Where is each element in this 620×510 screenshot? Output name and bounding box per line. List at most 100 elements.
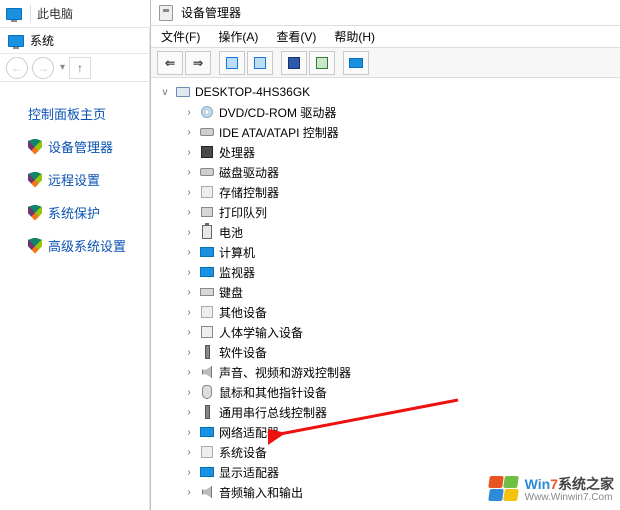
toolbar-properties-button[interactable]: [247, 51, 273, 75]
device-manager-window: 设备管理器 文件(F) 操作(A) 查看(V) 帮助(H) ⇐ ⇒ v DESK…: [150, 0, 620, 510]
toolbar-show-hidden-button[interactable]: [219, 51, 245, 75]
expand-toggle-icon[interactable]: ›: [183, 127, 195, 138]
tree-item-label: 系统设备: [219, 444, 267, 461]
expand-toggle-icon[interactable]: ›: [183, 447, 195, 458]
toolbar-forward-button[interactable]: ⇒: [185, 51, 211, 75]
collapse-toggle-icon[interactable]: v: [159, 87, 171, 98]
menu-view[interactable]: 查看(V): [276, 28, 316, 45]
menu-bar: 文件(F) 操作(A) 查看(V) 帮助(H): [151, 26, 620, 48]
history-chevron-icon[interactable]: ▾: [60, 62, 65, 73]
expand-toggle-icon[interactable]: ›: [183, 107, 195, 118]
link-label: 远程设置: [48, 170, 100, 189]
tree-item[interactable]: ›打印队列: [155, 202, 620, 222]
expand-toggle-icon[interactable]: ›: [183, 187, 195, 198]
expand-toggle-icon[interactable]: ›: [183, 407, 195, 418]
tree-item[interactable]: › 系统设备: [155, 442, 620, 462]
back-button[interactable]: ←: [6, 57, 28, 79]
hid-icon: [201, 326, 213, 338]
gen-icon: [201, 306, 213, 318]
tree-item[interactable]: ›网络适配器: [155, 422, 620, 442]
sp-icon: [202, 486, 212, 498]
shield-icon: [28, 205, 42, 221]
forward-button[interactable]: →: [32, 57, 54, 79]
tree-item[interactable]: ›磁盘驱动器: [155, 162, 620, 182]
gen-icon: [201, 446, 213, 458]
tree-item[interactable]: ›计算机: [155, 242, 620, 262]
expand-toggle-icon[interactable]: ›: [183, 427, 195, 438]
toolbar: ⇐ ⇒: [151, 48, 620, 78]
chip-icon: [201, 146, 213, 158]
root-label: DESKTOP-4HS36GK: [195, 85, 310, 99]
batt-icon: [202, 225, 212, 239]
gen-icon: [201, 186, 213, 198]
up-button[interactable]: ↑: [69, 57, 91, 79]
tree-item-label: 通用串行总线控制器: [219, 404, 327, 421]
expand-toggle-icon[interactable]: ›: [183, 307, 195, 318]
menu-file[interactable]: 文件(F): [161, 28, 200, 45]
tree-item[interactable]: ›DVD/CD-ROM 驱动器: [155, 102, 620, 122]
mon-icon: [200, 267, 214, 277]
expand-toggle-icon[interactable]: ›: [183, 367, 195, 378]
window-title: 设备管理器: [181, 4, 241, 21]
disk-icon: [200, 128, 214, 136]
expand-toggle-icon[interactable]: ›: [183, 227, 195, 238]
expand-toggle-icon[interactable]: ›: [183, 207, 195, 218]
tree-item[interactable]: › 键盘: [155, 282, 620, 302]
expand-toggle-icon[interactable]: ›: [183, 327, 195, 338]
tree-root[interactable]: v DESKTOP-4HS36GK: [155, 82, 620, 102]
toolbar-help-button[interactable]: [281, 51, 307, 75]
monitor-icon: [8, 35, 24, 47]
link-system-protection[interactable]: 系统保护: [28, 203, 149, 222]
device-tree[interactable]: v DESKTOP-4HS36GK ›DVD/CD-ROM 驱动器›IDE AT…: [151, 78, 620, 510]
device-manager-titlebar: 设备管理器: [151, 0, 620, 26]
disk-icon: [200, 168, 214, 176]
tree-item[interactable]: ›人体学输入设备: [155, 322, 620, 342]
toolbar-view-button[interactable]: [343, 51, 369, 75]
expand-toggle-icon[interactable]: ›: [183, 167, 195, 178]
left-links: 控制面板主页 设备管理器 远程设置 系统保护 高级系统设置: [0, 82, 149, 255]
tree-item[interactable]: ›电池: [155, 222, 620, 242]
tree-item[interactable]: › 鼠标和其他指针设备: [155, 382, 620, 402]
system-title-row: 系统: [0, 28, 149, 54]
expand-toggle-icon[interactable]: ›: [183, 267, 195, 278]
link-remote-settings[interactable]: 远程设置: [28, 170, 149, 189]
tree-item[interactable]: ›存储控制器: [155, 182, 620, 202]
expand-toggle-icon[interactable]: ›: [183, 147, 195, 158]
expand-toggle-icon[interactable]: ›: [183, 487, 195, 498]
link-advanced-settings[interactable]: 高级系统设置: [28, 236, 149, 255]
tree-item[interactable]: › 监视器: [155, 262, 620, 282]
menu-action[interactable]: 操作(A): [218, 28, 258, 45]
tree-item[interactable]: › IDE ATA/ATAPI 控制器: [155, 122, 620, 142]
link-device-manager[interactable]: 设备管理器: [28, 137, 149, 156]
usb-icon: [205, 405, 210, 419]
watermark-brand: Win7系统之家: [525, 477, 614, 492]
tree-item-label: 鼠标和其他指针设备: [219, 384, 327, 401]
tree-item-label: 键盘: [219, 284, 243, 301]
tree-item-label: 其他设备: [219, 304, 267, 321]
breadcrumb-this-pc[interactable]: 此电脑: [37, 5, 73, 22]
expand-toggle-icon[interactable]: ›: [183, 347, 195, 358]
control-panel-home-link[interactable]: 控制面板主页: [28, 104, 149, 123]
tree-item[interactable]: › 其他设备: [155, 302, 620, 322]
expand-toggle-icon[interactable]: ›: [183, 287, 195, 298]
expand-toggle-icon[interactable]: ›: [183, 387, 195, 398]
tree-item-label: 监视器: [219, 264, 255, 281]
tree-item-label: IDE ATA/ATAPI 控制器: [219, 124, 339, 141]
menu-help[interactable]: 帮助(H): [334, 28, 375, 45]
kb-icon: [200, 288, 214, 296]
system-left-panel: 系统 ← → ▾ ↑ 控制面板主页 设备管理器 远程设置 系统保护 高级系统设置: [0, 28, 150, 510]
tree-item[interactable]: ›声音、视频和游戏控制器: [155, 362, 620, 382]
toolbar-scan-button[interactable]: [309, 51, 335, 75]
device-manager-icon: [159, 5, 173, 21]
expand-toggle-icon[interactable]: ›: [183, 247, 195, 258]
pr-icon: [201, 207, 213, 217]
link-label: 设备管理器: [48, 137, 113, 156]
tree-item[interactable]: › 处理器: [155, 142, 620, 162]
expand-toggle-icon[interactable]: ›: [183, 467, 195, 478]
tree-item-label: 处理器: [219, 144, 255, 161]
tree-item[interactable]: ›软件设备: [155, 342, 620, 362]
link-label: 高级系统设置: [48, 236, 126, 255]
computer-icon: [176, 87, 190, 97]
toolbar-back-button[interactable]: ⇐: [157, 51, 183, 75]
tree-item[interactable]: › 通用串行总线控制器: [155, 402, 620, 422]
